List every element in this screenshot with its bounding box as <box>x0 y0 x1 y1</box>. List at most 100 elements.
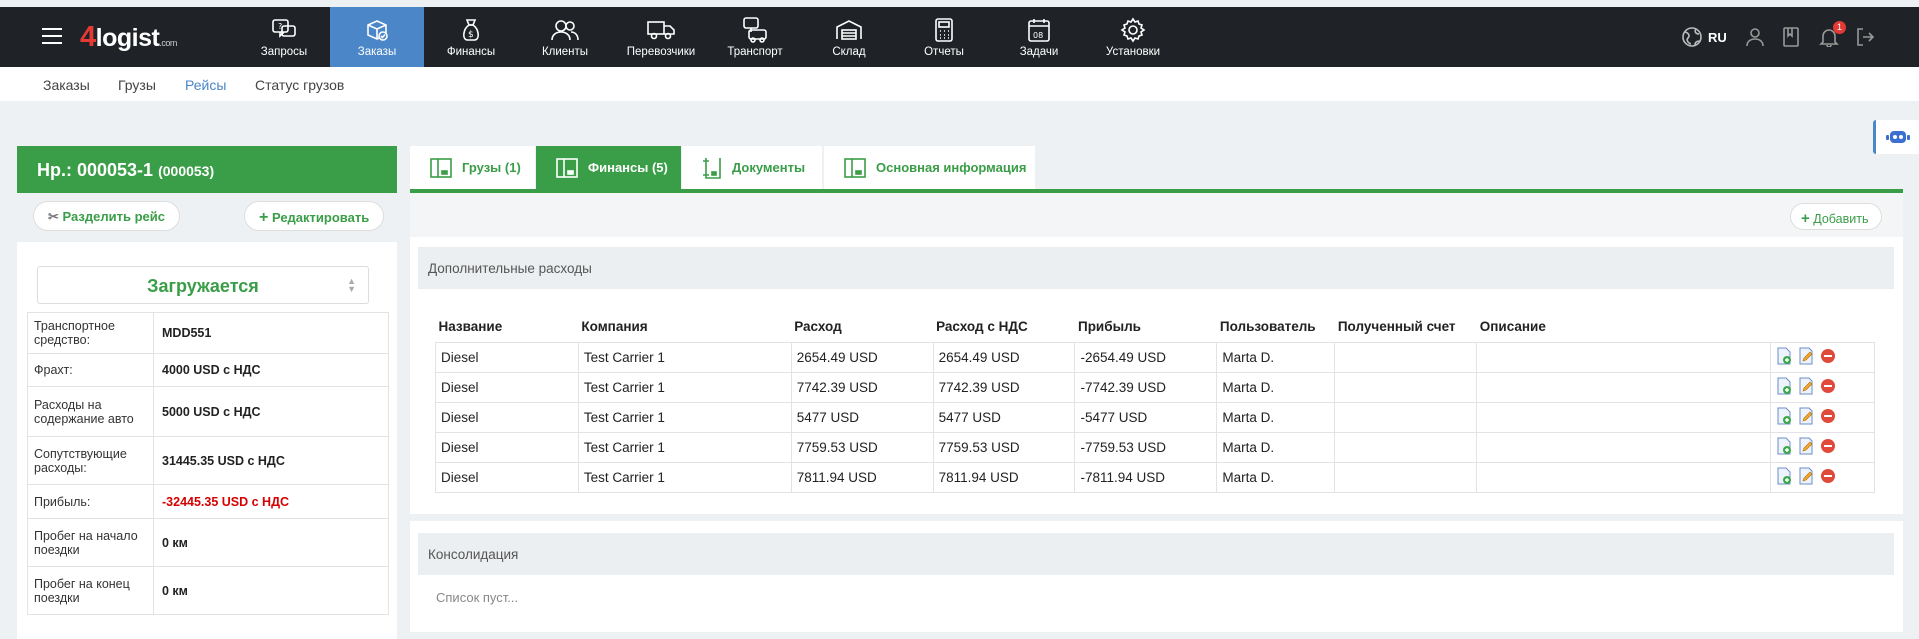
table-row[interactable]: Diesel Test Carrier 1 7742.39 USD 7742.39 U… <box>435 371 1876 403</box>
nav-settings[interactable]: Установки <box>1086 7 1180 67</box>
transport-icon <box>708 17 802 43</box>
table-cell: Diesel <box>435 371 579 403</box>
subnav-orders[interactable]: Заказы <box>43 77 90 93</box>
nav-label: Склад <box>832 46 866 58</box>
calculator-icon <box>897 17 991 43</box>
nav-warehouse[interactable]: Склад <box>802 7 896 67</box>
select-arrows-icon: ▲ ▼ <box>347 276 356 294</box>
column-header: Расход <box>794 318 842 334</box>
nav-carriers[interactable]: Перевозчики <box>614 7 708 67</box>
delete-icon[interactable] <box>1820 408 1836 427</box>
delete-icon[interactable] <box>1820 438 1836 457</box>
add-expense-button[interactable]: + Добавить <box>1790 203 1882 230</box>
add-document-icon[interactable] <box>1776 467 1792 488</box>
svg-text:?: ? <box>278 22 282 31</box>
table-cell: Test Carrier 1 <box>577 401 792 433</box>
table-cell <box>1476 341 1771 373</box>
tab-main-info[interactable]: Основная информация <box>824 146 1035 189</box>
table-cell: Diesel <box>435 431 579 463</box>
subnav-cargo-status[interactable]: Статус грузов <box>255 77 344 93</box>
info-row: Транспортное средство: MDD551 <box>28 313 388 353</box>
notification-count-badge: 1 <box>1833 21 1846 34</box>
split-trip-label: Разделить рейс <box>62 209 165 224</box>
logo[interactable]: 4logist.com <box>80 21 177 54</box>
empty-list-text: Список пуст... <box>436 590 519 605</box>
column-header: Расход с НДС <box>936 318 1028 334</box>
user-icon[interactable] <box>1745 27 1765 50</box>
trip-actions: ✂ Разделить рейс + Редактировать <box>17 193 397 242</box>
table-cell: -5477 USD <box>1074 401 1218 433</box>
nav-requests[interactable]: ? Запросы <box>237 7 331 67</box>
nav-clients[interactable]: Клиенты <box>518 7 612 67</box>
tab-label: Основная информация <box>876 160 1027 175</box>
table-cell: 5477 USD <box>932 401 1076 433</box>
tab-documents[interactable]: Документы <box>682 146 822 189</box>
add-document-icon[interactable] <box>1776 377 1792 398</box>
nav-label: Установки <box>1105 46 1161 58</box>
consolidation-title: Консолидация <box>418 533 1894 575</box>
bookmark-icon[interactable] <box>1782 27 1800 50</box>
table-cell: 2654.49 USD <box>932 341 1076 373</box>
plus-icon: + <box>1801 210 1810 227</box>
edit-icon[interactable] <box>1798 377 1814 398</box>
nav-label: Запросы <box>260 46 308 58</box>
delete-icon[interactable] <box>1820 378 1836 397</box>
subnav-cargo[interactable]: Грузы <box>118 77 156 93</box>
column-header: Компания <box>581 318 648 334</box>
globe-icon <box>1682 27 1702 47</box>
edit-icon[interactable] <box>1798 347 1814 368</box>
edit-icon[interactable] <box>1798 437 1814 458</box>
split-trip-button[interactable]: ✂ Разделить рейс <box>33 201 180 231</box>
assistant-bot-icon[interactable] <box>1873 120 1919 154</box>
row-actions <box>1769 461 1876 493</box>
edit-icon[interactable] <box>1798 467 1814 488</box>
warehouse-icon <box>802 17 896 43</box>
table-cell: Diesel <box>435 341 579 373</box>
row-actions <box>1769 431 1876 463</box>
tab-finance[interactable]: Финансы (5) <box>536 146 681 189</box>
trip-status-select[interactable]: Загружается ▲ ▼ <box>37 266 369 304</box>
svg-text:$: $ <box>468 30 474 40</box>
delete-icon[interactable] <box>1820 348 1836 367</box>
table-cell <box>1476 461 1771 493</box>
nav-reports[interactable]: Отчеты <box>897 7 991 67</box>
language-switcher[interactable]: RU <box>1681 26 1727 48</box>
extra-expenses-title: Дополнительные расходы <box>418 247 1894 289</box>
table-row[interactable]: Diesel Test Carrier 1 5477 USD 5477 USD -547… <box>435 401 1876 433</box>
tab-cargo[interactable]: Грузы (1) <box>410 146 535 189</box>
table-cell <box>1476 371 1771 403</box>
table-row[interactable]: Diesel Test Carrier 1 2654.49 USD 2654.49 U… <box>435 341 1876 373</box>
nav-label: Финансы <box>446 46 496 58</box>
trip-code: (000053) <box>158 163 215 179</box>
subnav-trips[interactable]: Рейсы <box>185 77 226 93</box>
notifications-bell-icon[interactable]: 1 <box>1819 21 1846 50</box>
nav-orders[interactable]: Заказы <box>330 7 424 67</box>
add-document-icon[interactable] <box>1776 347 1792 368</box>
table-row[interactable]: Diesel Test Carrier 1 7759.53 USD 7759.53 U… <box>435 431 1876 463</box>
truck-icon <box>614 17 708 43</box>
column-header: Пользователь <box>1219 318 1316 334</box>
table-cell: Diesel <box>435 461 579 493</box>
edit-icon[interactable] <box>1798 407 1814 428</box>
info-row: Сопутствующие расходы: 31445.35 USD с НДС <box>28 436 388 484</box>
column-header: Полученный счет <box>1337 318 1456 334</box>
tab-label: Финансы (5) <box>588 160 668 175</box>
logout-icon[interactable] <box>1855 27 1875 50</box>
table-cell: Test Carrier 1 <box>577 341 792 373</box>
consolidation-panel: Консолидация Список пуст... <box>410 521 1903 632</box>
edit-trip-button[interactable]: + Редактировать <box>244 201 385 231</box>
table-cell: -7759.53 USD <box>1074 431 1218 463</box>
delete-icon[interactable] <box>1820 468 1836 487</box>
table-cell: Test Carrier 1 <box>577 431 792 463</box>
table-cell: 7811.94 USD <box>790 461 934 493</box>
nav-transport[interactable]: Транспорт <box>708 7 802 67</box>
add-document-icon[interactable] <box>1776 437 1792 458</box>
nav-tasks[interactable]: 08 Задачи <box>992 7 1086 67</box>
trip-panel: Нр.: 000053-1 (000053) ✂ Разделить рейс … <box>17 146 397 639</box>
add-document-icon[interactable] <box>1776 407 1792 428</box>
sub-navigation: Заказы Грузы Рейсы Статус грузов <box>0 67 1919 101</box>
nav-finance[interactable]: $ Финансы <box>424 7 518 67</box>
row-actions <box>1769 341 1876 373</box>
menu-icon[interactable] <box>42 28 62 44</box>
table-row[interactable]: Diesel Test Carrier 1 7811.94 USD 7811.94 U… <box>435 461 1876 493</box>
